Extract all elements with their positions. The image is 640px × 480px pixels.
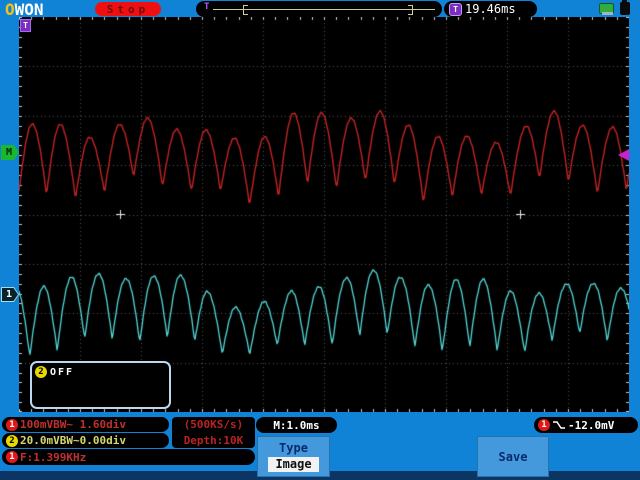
trigger-level-text: -12.0mV: [568, 418, 615, 432]
usb-status-icon: [599, 3, 614, 15]
trigger-time-icon: T: [449, 2, 462, 16]
channel1-scale-text: 100mVBW~ 1.60div: [20, 418, 126, 431]
scope-canvas: [19, 17, 629, 412]
sample-rate-text: (500KS/s): [183, 418, 244, 431]
frequency-badge: 1: [6, 451, 18, 463]
channel2-badge: 2: [35, 366, 47, 378]
type-menu-value: Image: [268, 457, 319, 472]
channel1-badge: 1: [6, 418, 18, 431]
trigger-horizontal-position-marker[interactable]: T: [20, 19, 31, 32]
channel2-status-text: OFF: [50, 366, 75, 378]
battery-status-icon: [620, 0, 630, 15]
save-button[interactable]: Save: [477, 436, 549, 477]
trigger-level-readout: 1 -12.0mV: [534, 417, 638, 433]
memory-depth-text: Depth:10K: [183, 434, 244, 447]
math-channel-marker[interactable]: M: [1, 145, 19, 160]
channel2-scale-text: 20.0mVBW~0.00div: [20, 434, 126, 447]
oscilloscope-screen: OWON Stop T T 19.46ms T M 1 2 OFF 1 100m…: [0, 0, 640, 480]
timebase-text: M:1.0ms: [273, 418, 320, 432]
trigger-level-arrow-icon[interactable]: [618, 149, 629, 161]
frequency-readout: 1 F:1.399KHz: [2, 449, 255, 465]
channel1-position-marker[interactable]: 1: [1, 287, 19, 302]
trigger-time-readout: T 19.46ms: [444, 1, 537, 17]
record-window-end-bracket: [408, 5, 413, 15]
save-button-label: Save: [498, 449, 528, 464]
record-position-bar: T: [196, 1, 442, 17]
channel1-marker-label: 1: [5, 289, 13, 300]
falling-edge-icon: [553, 421, 565, 429]
type-menu-label: Type: [279, 441, 308, 455]
channel1-scale-readout: 1 100mVBW~ 1.60div: [2, 417, 169, 432]
run-state-label: Stop: [106, 2, 150, 16]
type-menu-button[interactable]: Type Image: [257, 436, 330, 477]
brand-logo-o: O: [5, 0, 15, 19]
record-trigger-marker: T: [204, 2, 210, 12]
frequency-text: F:1.399KHz: [20, 450, 87, 464]
trigger-source-badge: 1: [538, 419, 550, 431]
acquisition-readout: (500KS/s) Depth:10K: [172, 417, 255, 448]
run-state-button[interactable]: Stop: [95, 2, 161, 16]
record-window-start-bracket: [243, 5, 248, 15]
channel2-scale-readout: 2 20.0mVBW~0.00div: [2, 433, 169, 448]
channel2-scale-badge: 2: [6, 434, 18, 447]
channel2-status-popup: 2 OFF: [30, 361, 171, 409]
math-channel-marker-label: M: [5, 147, 13, 158]
trigger-time-value: 19.46ms: [465, 2, 516, 16]
timebase-readout: M:1.0ms: [256, 417, 337, 433]
